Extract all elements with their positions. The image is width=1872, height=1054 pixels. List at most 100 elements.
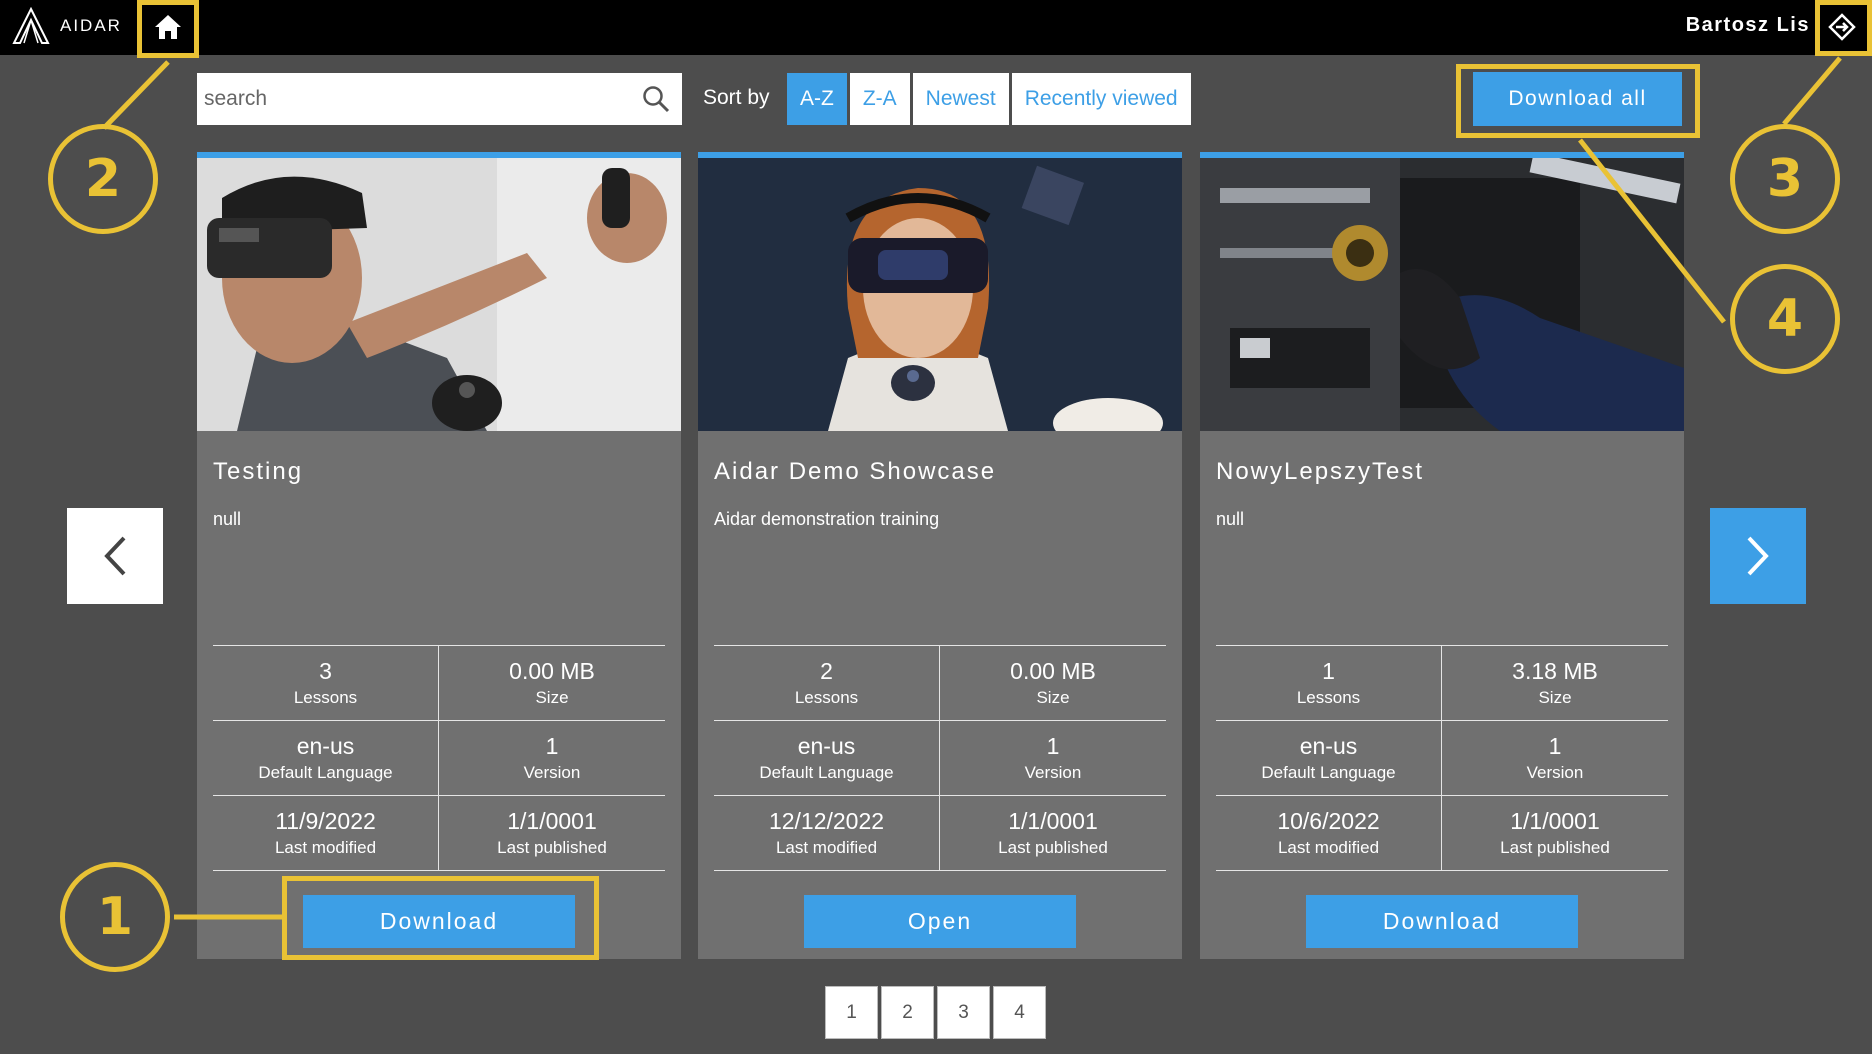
search-box (197, 73, 682, 125)
highlight-download-all-button (1456, 64, 1700, 138)
highlight-logout-button (1815, 0, 1872, 56)
stat-label: Size (1538, 688, 1572, 707)
stat-label: Default Language (1261, 763, 1396, 782)
callout-3: 3 (1730, 124, 1840, 234)
stat-last-published: 1/1/0001 Last published (940, 796, 1166, 871)
stat-label: Last published (1500, 838, 1610, 857)
stat-label: Version (1526, 763, 1584, 782)
stat-value: 2 (820, 658, 833, 684)
stat-last-modified: 11/9/2022 Last modified (213, 796, 439, 871)
download-button[interactable]: Download (1306, 895, 1578, 948)
stat-label: Lessons (794, 688, 859, 707)
search-input[interactable] (197, 73, 630, 125)
search-icon[interactable] (630, 73, 682, 125)
sort-az-button[interactable]: A-Z (787, 73, 847, 125)
stat-last-modified: 12/12/2022 Last modified (714, 796, 940, 871)
stat-label: Last modified (274, 838, 377, 857)
stat-last-published: 1/1/0001 Last published (1442, 796, 1668, 871)
stat-value: 1 (1548, 733, 1562, 759)
sort-za-button[interactable]: Z-A (849, 73, 910, 125)
stat-value: 0.00 MB (1010, 658, 1096, 684)
stat-lessons: 3 Lessons (213, 646, 439, 721)
aidar-logo: AIDAR (12, 7, 122, 45)
stat-label: Version (523, 763, 581, 782)
chevron-right-icon (1747, 536, 1769, 576)
stat-value: 1/1/0001 (1510, 808, 1600, 834)
open-button[interactable]: Open (804, 895, 1076, 948)
card-stats: 1 Lessons 3.18 MB Size en-us Default Lan… (1216, 645, 1668, 871)
stat-value: 3 (319, 658, 332, 684)
stat-lessons: 1 Lessons (1216, 646, 1442, 721)
stat-version: 1 Version (1442, 721, 1668, 796)
card-title: Aidar Demo Showcase (714, 458, 997, 485)
card-image-machine-hand (1200, 158, 1684, 431)
stat-value: en-us (296, 733, 355, 759)
page-button-1[interactable]: 1 (825, 986, 878, 1039)
card-stats: 3 Lessons 0.00 MB Size en-us Default Lan… (213, 645, 665, 871)
card-stats: 2 Lessons 0.00 MB Size en-us Default Lan… (714, 645, 1166, 871)
sort-recently-viewed-button[interactable]: Recently viewed (1011, 73, 1191, 125)
callout-4: 4 (1730, 264, 1840, 374)
sort-newest-button[interactable]: Newest (912, 73, 1009, 125)
stat-value: 1/1/0001 (1008, 808, 1098, 834)
stat-label: Default Language (759, 763, 894, 782)
stat-value: 1 (1046, 733, 1060, 759)
stat-label: Last published (998, 838, 1108, 857)
stat-value: 10/6/2022 (1277, 808, 1380, 834)
stat-language: en-us Default Language (213, 721, 439, 796)
highlight-home-button (137, 0, 199, 58)
stat-label: Last modified (1277, 838, 1380, 857)
page-button-3[interactable]: 3 (937, 986, 990, 1039)
stat-label: Lessons (293, 688, 358, 707)
brand-name: AIDAR (60, 16, 122, 35)
training-card[interactable]: NowyLepszyTest null 1 Lessons 3.18 MB Si… (1200, 152, 1684, 959)
stat-value: 11/9/2022 (275, 808, 376, 834)
card-title: Testing (213, 458, 304, 485)
card-title: NowyLepszyTest (1216, 458, 1425, 485)
stat-language: en-us Default Language (714, 721, 940, 796)
stat-language: en-us Default Language (1216, 721, 1442, 796)
sort-label: Sort by (703, 86, 770, 109)
stat-value: 1/1/0001 (507, 808, 597, 834)
stat-label: Last modified (775, 838, 878, 857)
stat-label: Version (1024, 763, 1082, 782)
stat-size: 0.00 MB Size (439, 646, 665, 721)
stat-last-modified: 10/6/2022 Last modified (1216, 796, 1442, 871)
card-description: null (1216, 509, 1245, 529)
callout-1: 1 (60, 862, 170, 972)
stat-value: 1 (1322, 658, 1335, 684)
chevron-left-icon (104, 536, 126, 576)
card-description: Aidar demonstration training (714, 509, 940, 529)
stat-version: 1 Version (439, 721, 665, 796)
stat-size: 0.00 MB Size (940, 646, 1166, 721)
highlight-download-button (282, 876, 599, 960)
page-button-2[interactable]: 2 (881, 986, 934, 1039)
stat-label: Last published (497, 838, 607, 857)
aidar-logo-icon (12, 7, 50, 44)
next-arrow-button[interactable] (1710, 508, 1806, 604)
training-card[interactable]: Aidar Demo Showcase Aidar demonstration … (698, 152, 1182, 959)
stat-label: Size (1036, 688, 1070, 707)
stat-last-published: 1/1/0001 Last published (439, 796, 665, 871)
stat-value: 1 (545, 733, 559, 759)
sort-options: A-Z Z-A Newest Recently viewed (787, 73, 1191, 125)
stat-value: en-us (797, 733, 856, 759)
callout-2: 2 (48, 124, 158, 234)
stat-version: 1 Version (940, 721, 1166, 796)
stat-value: en-us (1299, 733, 1358, 759)
top-bar: AIDAR Bartosz Lis (0, 0, 1872, 55)
card-image-vr-headset-woman (698, 158, 1182, 431)
card-description: null (213, 509, 242, 529)
page-button-4[interactable]: 4 (993, 986, 1046, 1039)
stat-value: 3.18 MB (1512, 658, 1598, 684)
stat-label: Size (535, 688, 569, 707)
stat-label: Default Language (258, 763, 393, 782)
stat-value: 12/12/2022 (768, 808, 885, 834)
stat-label: Lessons (1296, 688, 1361, 707)
stat-lessons: 2 Lessons (714, 646, 940, 721)
training-card[interactable]: Testing null 3 Lessons 0.00 MB Size en-u… (197, 152, 681, 959)
previous-arrow-button[interactable] (67, 508, 163, 604)
user-name: Bartosz Lis (1685, 14, 1810, 36)
stat-value: 0.00 MB (509, 658, 595, 684)
stat-size: 3.18 MB Size (1442, 646, 1668, 721)
